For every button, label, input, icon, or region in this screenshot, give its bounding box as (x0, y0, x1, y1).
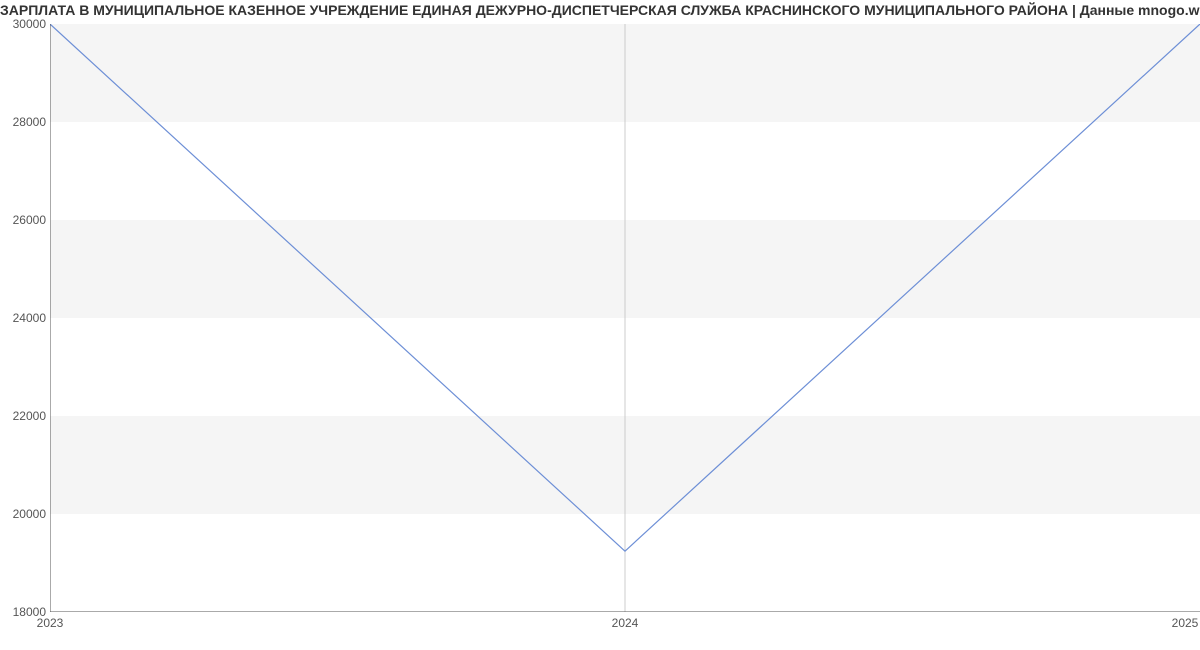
y-tick-26000: 26000 (13, 213, 46, 227)
y-tick-22000: 22000 (13, 409, 46, 423)
x-tick-2023: 2023 (37, 616, 64, 630)
y-tick-20000: 20000 (13, 507, 46, 521)
y-tick-28000: 28000 (13, 115, 46, 129)
x-tick-2024: 2024 (612, 616, 639, 630)
y-tick-30000: 30000 (13, 17, 46, 31)
chart-title: ЗАРПЛАТА В МУНИЦИПАЛЬНОЕ КАЗЕННОЕ УЧРЕЖД… (0, 2, 1200, 18)
x-tick-2025: 2025 (1172, 616, 1199, 630)
y-tick-24000: 24000 (13, 311, 46, 325)
plot-area (50, 24, 1200, 612)
